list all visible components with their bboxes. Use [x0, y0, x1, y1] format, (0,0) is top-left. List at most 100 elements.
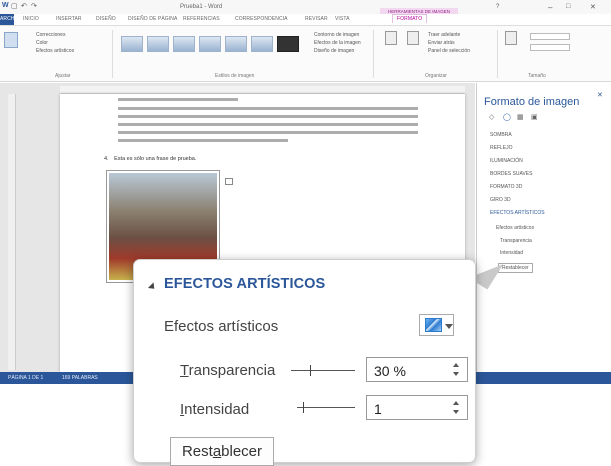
transparency-slider-thumb[interactable]: [310, 365, 311, 376]
pane-section-3d-format[interactable]: FORMATO 3D: [490, 184, 522, 190]
ribbon-adjust-color[interactable]: Color: [36, 40, 48, 46]
ribbon-tabs: ARCHIVO INICIO INSERTAR DISEÑO DISEÑO DE…: [0, 14, 611, 26]
spin-up-icon[interactable]: [453, 363, 459, 367]
transparency-spinner[interactable]: 30 %: [366, 357, 468, 382]
layout-properties-icon[interactable]: ▦: [517, 113, 524, 121]
status-words: 169 PALABRAS: [62, 375, 98, 381]
tab-file[interactable]: ARCHIVO: [0, 14, 23, 25]
tab-format[interactable]: FORMATO: [392, 14, 428, 23]
artistic-effects-label: Efectos artísticos: [164, 318, 279, 335]
reset-button[interactable]: Restablecer: [170, 437, 274, 466]
text-line: [118, 107, 418, 110]
artistic-effects-callout: EFECTOS ARTÍSTICOS Efectos artísticos Tr…: [133, 259, 476, 466]
picture-icon[interactable]: ▣: [531, 113, 538, 121]
intensity-slider[interactable]: [297, 407, 355, 408]
ribbon-adjust-artistic[interactable]: Efectos artísticos: [36, 48, 74, 54]
pane-close-icon[interactable]: ✕: [597, 91, 603, 99]
tab-mailings[interactable]: CORRESPONDENCIA: [235, 16, 288, 22]
group-label-adjust: Ajustar: [55, 73, 71, 79]
group-label-size: Tamaño: [528, 73, 546, 79]
layout-options-icon[interactable]: [225, 178, 233, 185]
horizontal-ruler: [60, 86, 465, 94]
pane-reset-button[interactable]: Restablecer: [498, 263, 533, 273]
spin-down-icon[interactable]: [453, 410, 459, 414]
intensity-spinner[interactable]: 1: [366, 395, 468, 420]
ribbon-picture-border[interactable]: Contorno de imagen: [314, 32, 359, 38]
transparency-label: Transparencia: [180, 362, 275, 379]
ribbon-bring-forward[interactable]: Traer adelante: [428, 32, 460, 38]
ribbon-separator: [373, 30, 374, 78]
picture-style-thumb[interactable]: [251, 36, 273, 52]
reset-accesskey: a: [212, 443, 222, 460]
group-label-arrange: Organizar: [425, 73, 447, 79]
effects-icon[interactable]: ◯: [503, 113, 511, 121]
spin-down-icon[interactable]: [453, 372, 459, 376]
group-label-styles: Estilos de imagen: [215, 73, 255, 79]
crop-icon[interactable]: [505, 31, 517, 45]
tab-home[interactable]: INICIO: [23, 16, 39, 22]
text-line: [118, 123, 418, 126]
expand-triangle-icon[interactable]: [147, 282, 158, 292]
text-line: [118, 115, 418, 118]
tab-insert[interactable]: INSERTAR: [56, 16, 82, 22]
pane-section-shadow[interactable]: SOMBRA: [490, 132, 512, 138]
chevron-down-icon: [445, 324, 453, 329]
tab-design[interactable]: DISEÑO: [96, 16, 116, 22]
text-line: [118, 139, 288, 142]
redo-icon[interactable]: ↷: [31, 2, 37, 10]
picture-style-thumb[interactable]: [121, 36, 143, 52]
pane-section-artistic[interactable]: EFECTOS ARTÍSTICOS: [490, 210, 545, 216]
picture-style-thumb[interactable]: [199, 36, 221, 52]
list-number: 4.: [104, 156, 109, 162]
fill-line-icon[interactable]: ◇: [489, 113, 494, 121]
picture-style-thumb[interactable]: [225, 36, 247, 52]
tab-page-layout[interactable]: DISEÑO DE PÁGINA: [128, 16, 177, 22]
undo-icon[interactable]: ↶: [21, 2, 27, 10]
artistic-effect-preview-icon: [425, 318, 442, 332]
ribbon-separator: [497, 30, 498, 78]
pane-section-3d-rotation[interactable]: GIRO 3D: [490, 197, 511, 203]
wrap-text-icon[interactable]: [407, 31, 419, 45]
position-icon[interactable]: [385, 31, 397, 45]
transparency-value[interactable]: 30 %: [374, 363, 406, 379]
pane-intensity-label: Intensidad: [500, 250, 524, 256]
minimize-icon[interactable]: –: [548, 3, 552, 12]
text-line: [118, 98, 238, 101]
remove-background-icon[interactable]: [4, 32, 18, 48]
save-icon[interactable]: ▢: [11, 2, 18, 10]
pane-section-reflection[interactable]: REFLEJO: [490, 145, 513, 151]
intensity-label-text: ntensidad: [184, 401, 250, 418]
section-heading: EFECTOS ARTÍSTICOS: [164, 276, 326, 292]
tab-review[interactable]: REVISAR: [305, 16, 328, 22]
tab-references[interactable]: REFERENCIAS: [183, 16, 220, 22]
pane-section-glow[interactable]: ILUMINACIÓN: [490, 158, 523, 164]
restore-icon[interactable]: □: [566, 3, 570, 10]
transparency-slider[interactable]: [291, 370, 355, 371]
spin-up-icon[interactable]: [453, 401, 459, 405]
picture-style-thumb[interactable]: [147, 36, 169, 52]
pane-artistic-label: Efectos artísticos: [496, 225, 535, 231]
pane-section-soft-edges[interactable]: BORDES SUAVES: [490, 171, 532, 177]
picture-style-thumb[interactable]: [173, 36, 195, 52]
ribbon: Correcciones Color Efectos artísticos Aj…: [0, 26, 611, 82]
picture-style-thumb[interactable]: [277, 36, 299, 52]
height-input[interactable]: [530, 33, 570, 40]
transparency-label-text: ransparencia: [188, 362, 276, 379]
word-icon: W: [2, 2, 9, 9]
pane-title: Formato de imagen: [484, 96, 580, 108]
width-input[interactable]: [530, 44, 570, 51]
transparency-accesskey: T: [180, 362, 189, 379]
close-icon[interactable]: ✕: [590, 3, 596, 11]
intensity-value[interactable]: 1: [374, 401, 382, 417]
ribbon-adjust-corrections[interactable]: Correcciones: [36, 32, 65, 38]
help-icon[interactable]: ?: [496, 4, 499, 10]
artistic-effects-dropdown[interactable]: [419, 314, 454, 336]
ribbon-picture-effects[interactable]: Efectos de la imagen: [314, 40, 361, 46]
ribbon-selection-pane[interactable]: Panel de selección: [428, 48, 470, 54]
list-text: Esta es sólo una frase de prueba.: [114, 156, 197, 162]
ribbon-send-backward[interactable]: Enviar atrás: [428, 40, 455, 46]
intensity-slider-thumb[interactable]: [303, 402, 304, 413]
ribbon-picture-layout[interactable]: Diseño de imagen: [314, 48, 354, 54]
tab-view[interactable]: VISTA: [335, 16, 350, 22]
text-line: [118, 131, 418, 134]
